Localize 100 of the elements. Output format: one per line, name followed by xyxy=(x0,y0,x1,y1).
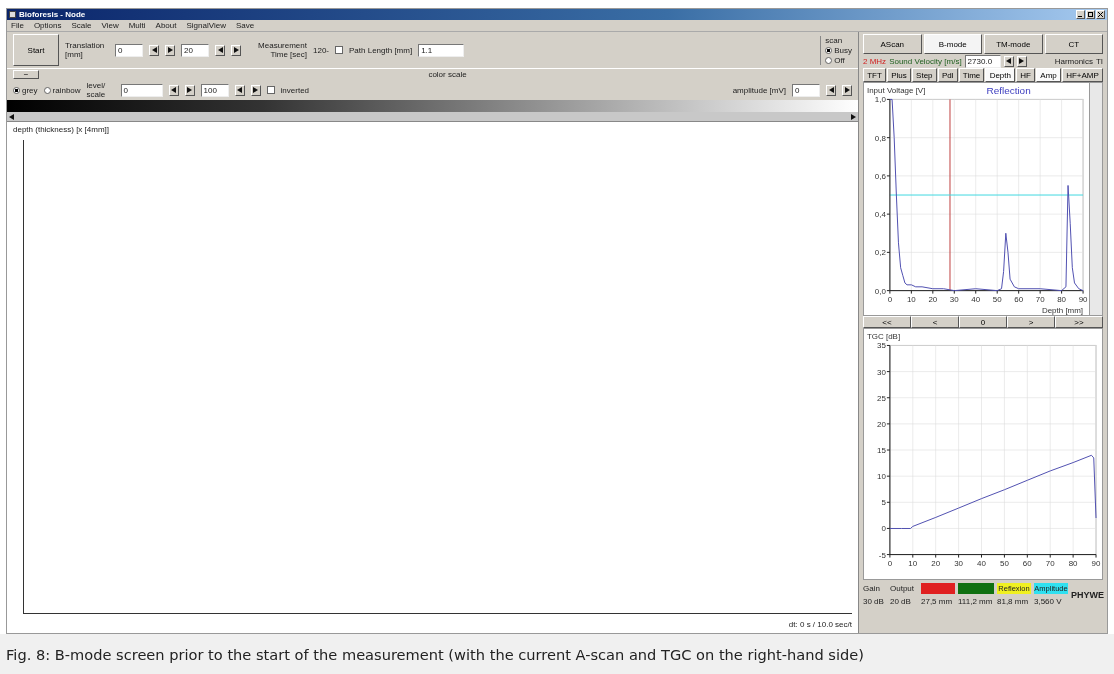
menu-item[interactable]: Save xyxy=(235,20,255,31)
start-button[interactable]: Start xyxy=(13,34,59,66)
close-icon xyxy=(1098,12,1103,17)
tick-label: -5 xyxy=(878,550,886,560)
mode-tab[interactable]: CT xyxy=(1044,34,1103,54)
input-field[interactable]: 100 xyxy=(200,83,229,97)
nav-button[interactable]: < xyxy=(911,316,959,328)
maximize-button[interactable] xyxy=(1086,10,1095,19)
collapse-button[interactable]: − xyxy=(13,70,39,79)
tick-label: 30 xyxy=(877,367,886,377)
spin-button[interactable] xyxy=(826,84,836,96)
tick-label: 0,0 xyxy=(874,286,886,296)
tick-label: 40 xyxy=(971,294,981,304)
right-arrow-icon xyxy=(844,87,850,93)
tick-label: 90 xyxy=(1091,558,1101,568)
maximize-icon xyxy=(1088,12,1093,17)
left-arrow-icon xyxy=(171,87,177,93)
tick-label: 1,0 xyxy=(874,95,886,105)
tick-label: 20 xyxy=(877,419,886,429)
tick-label: 0 xyxy=(881,524,886,534)
checkbox[interactable] xyxy=(335,46,343,54)
view-tab[interactable]: Pdl xyxy=(937,68,958,82)
menu-item[interactable]: File xyxy=(11,20,24,31)
checkbox-label: inverted xyxy=(280,85,310,95)
tick-label: 80 xyxy=(1057,294,1067,304)
checkbox[interactable] xyxy=(266,86,275,94)
view-tab[interactable]: TFT xyxy=(863,68,886,82)
menu-item[interactable]: Scale xyxy=(71,20,92,31)
tick-label: 0,8 xyxy=(874,133,886,143)
nav-button[interactable]: > xyxy=(1007,316,1055,328)
input-field[interactable]: 0 xyxy=(120,83,163,97)
spin-button[interactable] xyxy=(234,84,245,96)
left-arrow-icon xyxy=(1006,58,1012,64)
input-field[interactable]: 2730.0 xyxy=(964,54,1001,68)
field-label: 120- xyxy=(313,45,329,55)
menu-item[interactable]: Options xyxy=(33,20,62,31)
spin-button[interactable] xyxy=(250,84,261,96)
nav-button[interactable]: << xyxy=(863,316,911,328)
menu-item[interactable]: About xyxy=(155,20,177,31)
menu-item[interactable]: View xyxy=(101,20,119,31)
menu-item[interactable]: Multi xyxy=(128,20,146,31)
spin-button[interactable] xyxy=(231,44,241,56)
tick-label: 80 xyxy=(1068,558,1078,568)
frequency-label: 2 MHz xyxy=(863,56,887,66)
time-readout: dt: 0 s / 10.0 sec/t xyxy=(788,620,852,629)
radio-button[interactable] xyxy=(825,46,833,54)
tick-label: 0 xyxy=(887,558,893,568)
radio-button[interactable] xyxy=(43,86,51,94)
view-tab[interactable]: HF xyxy=(1016,68,1036,82)
spin-button[interactable] xyxy=(215,44,225,56)
radio-label: grey xyxy=(22,85,38,95)
radio-label: Busy xyxy=(834,45,852,55)
tick-label: 60 xyxy=(1022,558,1032,568)
left-arrow-icon xyxy=(217,47,223,53)
view-tab[interactable]: Step xyxy=(911,68,937,82)
tick-label: 0,4 xyxy=(874,210,886,220)
radio-button[interactable] xyxy=(13,86,20,94)
close-button[interactable] xyxy=(1096,10,1105,19)
minimize-button[interactable] xyxy=(1076,10,1085,19)
group-label: scan xyxy=(825,35,844,45)
right-arrow-icon xyxy=(851,113,856,120)
left-arrow-icon xyxy=(9,113,14,120)
view-tab[interactable]: Depth xyxy=(985,68,1016,82)
input-field[interactable]: 0 xyxy=(792,83,820,97)
input-field[interactable]: 0 xyxy=(115,43,143,57)
status-value: 30 dB xyxy=(863,597,885,606)
tick-label: 0 xyxy=(887,294,893,304)
spin-button[interactable] xyxy=(1016,55,1027,67)
tick-label: 10 xyxy=(906,294,916,304)
mode-tab[interactable]: AScan xyxy=(863,34,922,54)
spin-button[interactable] xyxy=(184,84,195,96)
view-tab[interactable]: Amp xyxy=(1036,68,1061,82)
chart-title: Reflection xyxy=(986,85,1031,97)
tick-label: 90 xyxy=(1078,294,1088,304)
input-field[interactable]: 20 xyxy=(181,43,209,57)
radio-button[interactable] xyxy=(825,56,833,64)
menu-item[interactable]: SignalView xyxy=(186,20,226,31)
radio-label: rainbow xyxy=(52,85,81,95)
status-value: 27,5 mm xyxy=(921,597,954,606)
nav-button[interactable]: >> xyxy=(1055,316,1103,328)
nav-button[interactable]: 0 xyxy=(959,316,1007,328)
spin-button[interactable] xyxy=(168,84,179,96)
tick-label: 60 xyxy=(1014,294,1024,304)
tick-label: 50 xyxy=(992,294,1002,304)
app-icon xyxy=(9,11,16,18)
mode-tab[interactable]: TM-mode xyxy=(984,34,1043,54)
spin-button[interactable] xyxy=(149,44,159,56)
tick-label: 20 xyxy=(928,294,938,304)
spin-button[interactable] xyxy=(1003,55,1014,67)
logo: PHYWE xyxy=(1071,589,1104,600)
mode-tab[interactable]: B-mode xyxy=(923,34,982,54)
radio-label: Off xyxy=(834,55,845,65)
input-field[interactable]: 1.1 xyxy=(418,43,465,57)
view-tab[interactable]: HF+AMP xyxy=(1062,68,1103,82)
spin-button[interactable] xyxy=(842,84,852,96)
spin-button[interactable] xyxy=(165,44,175,56)
view-tab[interactable]: Time xyxy=(958,68,985,82)
scroll-bar[interactable] xyxy=(7,112,858,122)
tick-label: 35 xyxy=(877,341,886,351)
view-tab[interactable]: Plus xyxy=(887,68,911,82)
